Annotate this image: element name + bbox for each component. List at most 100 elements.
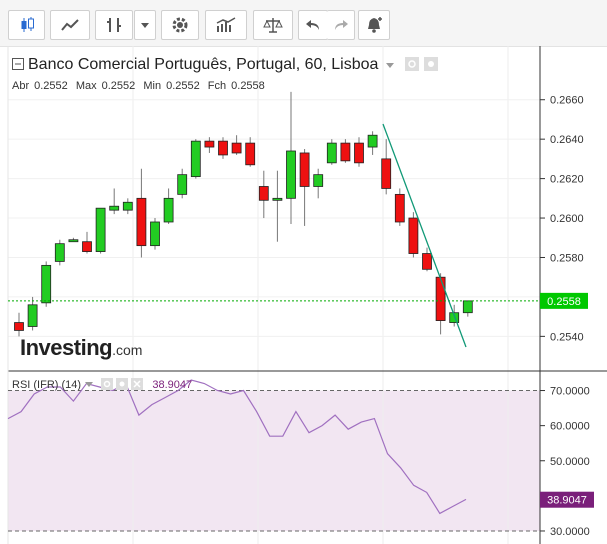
close-icon[interactable] xyxy=(131,378,144,390)
compare-button[interactable] xyxy=(253,10,293,40)
high-value: 0.2552 xyxy=(101,80,136,92)
candle-body xyxy=(150,221,160,247)
candle xyxy=(299,149,310,226)
candle xyxy=(326,139,337,165)
drawn-trend-line[interactable] xyxy=(382,123,467,348)
candle-body xyxy=(68,239,79,243)
collapse-icon[interactable] xyxy=(12,58,24,70)
rsi-tick-label: 60.0000 xyxy=(550,421,590,433)
logo-text: Investing xyxy=(20,335,113,360)
candle-body xyxy=(136,197,147,247)
candle xyxy=(163,188,174,224)
undo-icon xyxy=(306,20,319,30)
candle-body xyxy=(190,140,201,178)
candle xyxy=(136,168,147,258)
rsi-tick-label: 30.0000 xyxy=(550,526,590,538)
chart-title: Banco Comercial Português, Portugal, 60,… xyxy=(28,56,379,73)
high-label: Max xyxy=(75,80,97,92)
chevron-down-icon xyxy=(141,23,149,28)
gear-icon[interactable] xyxy=(423,57,438,71)
candlestick-series xyxy=(14,91,473,337)
open-value: 0.2552 xyxy=(34,80,68,92)
candlestick-icon xyxy=(21,17,34,32)
candle xyxy=(109,188,120,215)
candle-body xyxy=(286,150,296,199)
redo-icon xyxy=(334,20,348,30)
candle xyxy=(408,212,419,258)
candle-body xyxy=(218,140,228,156)
alert-button[interactable] xyxy=(358,10,390,40)
candle-body xyxy=(82,241,92,252)
candle xyxy=(313,168,324,199)
candlestick-type-button[interactable] xyxy=(8,10,45,40)
rsi-current-value: 38.9047 xyxy=(152,379,193,391)
title-dropdown-icon[interactable] xyxy=(385,61,395,69)
candle-body xyxy=(122,201,133,211)
price-tick-label: 0.2660 xyxy=(550,95,584,107)
chart-type-dropdown[interactable] xyxy=(134,10,156,40)
chevron-down-icon[interactable] xyxy=(84,380,94,388)
visibility-icon[interactable] xyxy=(405,57,420,71)
candle-body xyxy=(299,152,310,187)
chart-toolbar xyxy=(0,0,607,47)
candle-body xyxy=(272,197,283,201)
rsi-header: RSI (IFR) (14) 38.9047 xyxy=(12,378,192,391)
rsi-badge: 38.9047 xyxy=(540,491,594,508)
candle-body xyxy=(258,186,269,201)
rsi-overbought-oversold-band xyxy=(8,390,540,531)
undo-button[interactable] xyxy=(298,10,328,40)
candle-body xyxy=(27,304,38,327)
candle xyxy=(150,218,160,250)
redo-button[interactable] xyxy=(327,10,355,40)
bar-type-button[interactable] xyxy=(95,10,133,40)
rsi-tick-label: 70.0000 xyxy=(550,386,590,398)
candle xyxy=(122,198,133,215)
candle xyxy=(82,231,92,254)
low-label: Min xyxy=(143,80,162,92)
close-label: Fch xyxy=(207,80,227,92)
candle-body xyxy=(54,243,65,262)
line-chart-button[interactable] xyxy=(50,10,90,40)
candle-body xyxy=(204,140,215,148)
price-badge: 0.2558 xyxy=(540,292,588,309)
candle xyxy=(367,131,378,155)
rsi-title: RSI (IFR) (14) xyxy=(12,379,82,391)
candle-body xyxy=(231,142,242,154)
candle xyxy=(462,300,473,317)
candle xyxy=(245,137,256,167)
candle-body xyxy=(326,142,337,164)
candle xyxy=(54,239,65,266)
candle-body xyxy=(95,207,106,252)
candle-body xyxy=(435,276,446,321)
candle-body xyxy=(462,300,473,314)
candle xyxy=(27,296,38,331)
logo-suffix: .com xyxy=(112,342,143,358)
investing-logo: Investing.com xyxy=(20,335,142,361)
candle-body xyxy=(41,264,52,304)
candle-body xyxy=(354,142,364,164)
candle-body xyxy=(163,197,174,223)
candle-body xyxy=(408,217,419,254)
settings-button[interactable] xyxy=(161,10,199,40)
gear-icon[interactable] xyxy=(116,378,129,390)
candle xyxy=(14,312,24,337)
candle xyxy=(394,188,405,226)
price-tick-label: 0.2600 xyxy=(550,213,584,225)
candle-body xyxy=(109,205,120,211)
visibility-icon[interactable] xyxy=(101,378,114,390)
chart-canvas[interactable]: 0.25400.25600.25800.26000.26200.26400.26… xyxy=(0,46,607,544)
open-label: Abr xyxy=(12,80,30,92)
candle-body xyxy=(381,158,392,189)
candle xyxy=(218,137,228,159)
indicators-button[interactable] xyxy=(205,10,247,40)
scale-icon xyxy=(263,18,283,33)
candle-body xyxy=(367,134,378,148)
candle xyxy=(286,91,296,224)
price-tick-label: 0.2540 xyxy=(550,331,584,343)
candle-body xyxy=(422,253,432,270)
price-tick-label: 0.2620 xyxy=(550,174,584,186)
price-tick-label: 0.2580 xyxy=(550,252,584,264)
close-value: 0.2558 xyxy=(231,80,265,92)
bar-type-icon xyxy=(107,18,121,32)
candle-body xyxy=(14,322,24,331)
